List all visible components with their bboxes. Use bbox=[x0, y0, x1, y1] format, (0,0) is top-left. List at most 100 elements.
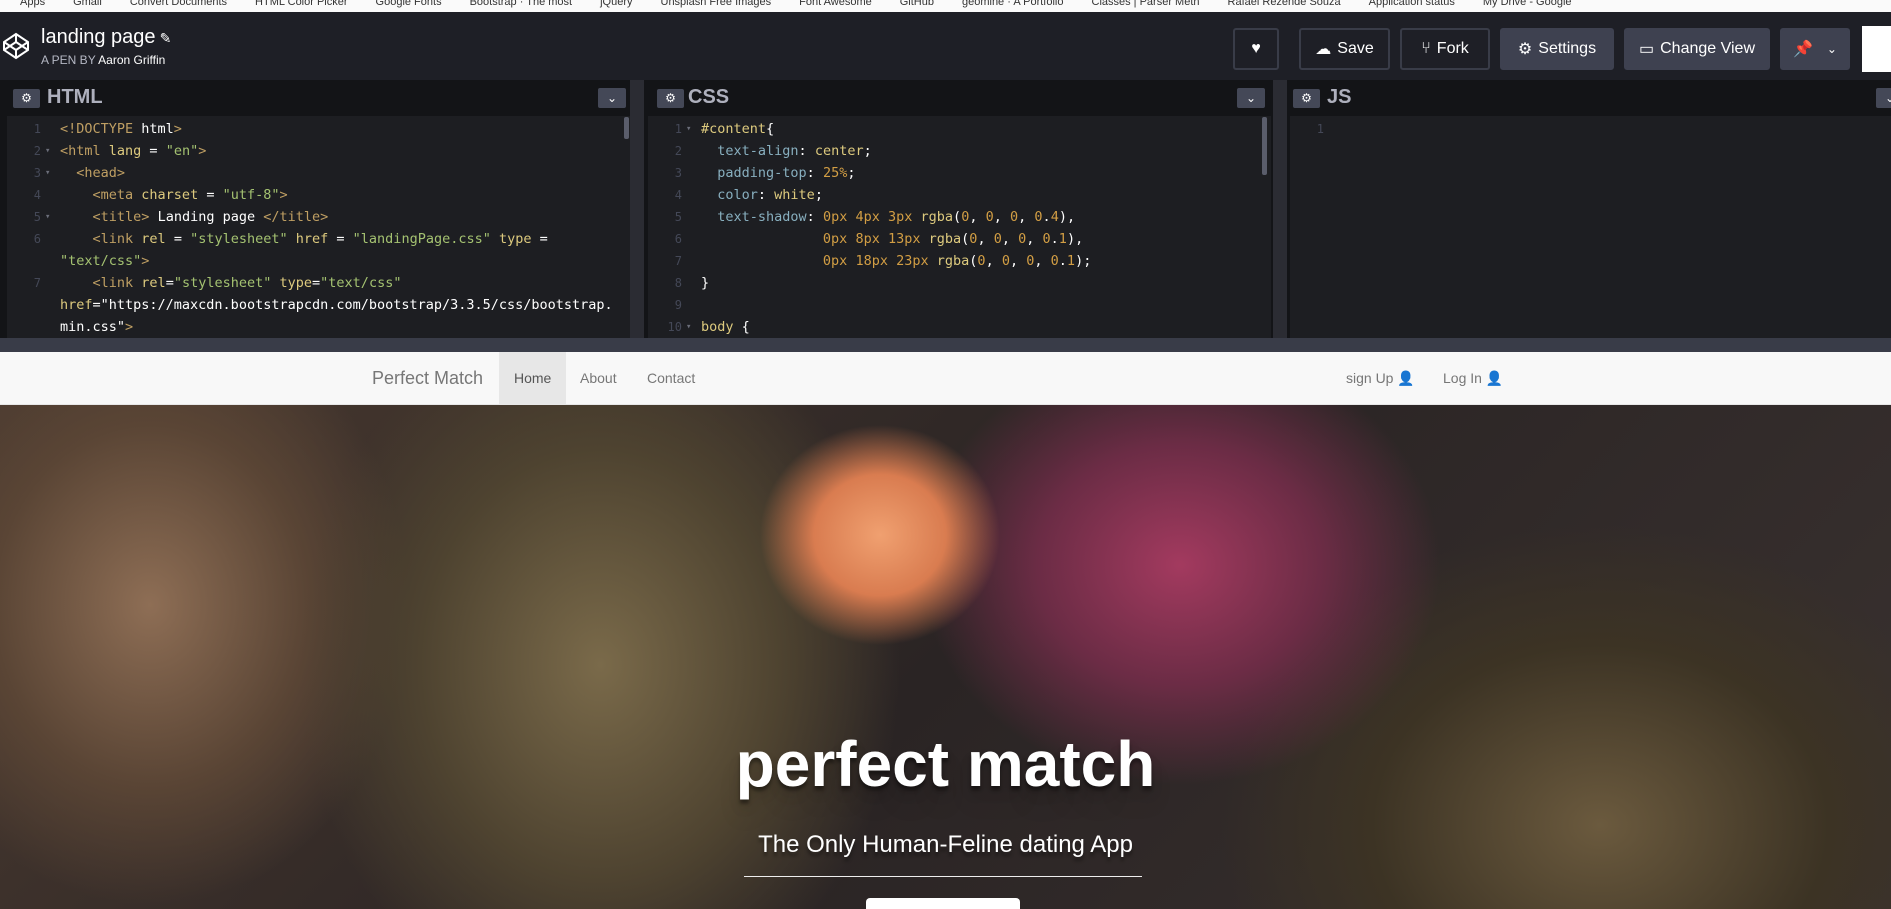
css-code-editor[interactable]: 1 ▾ #content{2 text-align: center; 3 paddin… bbox=[648, 116, 1271, 338]
view-icon: ▭ bbox=[1638, 41, 1655, 58]
code-line[interactable]: 4 color: white; bbox=[648, 184, 1271, 206]
fold-arrow-icon[interactable]: ▾ bbox=[45, 206, 50, 228]
bookmark-item[interactable]: Bootstrap · The most bbox=[470, 0, 573, 12]
bookmark-item[interactable]: My Drive - Google bbox=[1483, 0, 1572, 12]
js-code-editor[interactable]: 1 bbox=[1290, 116, 1891, 140]
code-text: <head> bbox=[76, 165, 126, 181]
bookmark-item[interactable]: GitHub bbox=[900, 0, 934, 12]
code-line[interactable]: 2 ▾ <html lang = "en"> bbox=[7, 140, 630, 162]
line-number: 4 bbox=[33, 188, 41, 202]
code-line[interactable]: 10 ▾ body { bbox=[648, 316, 1271, 338]
settings-button[interactable]: ⚙ Settings bbox=[1500, 28, 1614, 70]
avatar[interactable] bbox=[1862, 26, 1891, 72]
html-scrollbar[interactable] bbox=[624, 117, 629, 139]
code-line[interactable]: 2 text-align: center; bbox=[648, 140, 1271, 162]
site-brand[interactable]: Perfect Match bbox=[372, 368, 483, 389]
line-number: 9 bbox=[674, 298, 682, 312]
fold-arrow-icon[interactable]: ▾ bbox=[686, 316, 691, 338]
css-collapse-chevron-icon[interactable]: ⌄ bbox=[1237, 88, 1265, 108]
hero-button[interactable] bbox=[866, 898, 1020, 909]
code-line[interactable]: 3 ▾ <head> bbox=[7, 162, 630, 184]
love-button[interactable]: ♥ bbox=[1233, 28, 1279, 70]
code-line[interactable]: 7 <link rel="stylesheet" type="text/css" bbox=[7, 272, 630, 294]
user-plus-icon: 👤 bbox=[1397, 370, 1415, 386]
code-line[interactable]: href="https://maxcdn.bootstrapcdn.com/bo… bbox=[7, 294, 630, 316]
html-settings-gear-icon[interactable]: ⚙ bbox=[13, 89, 40, 108]
pin-button[interactable]: 📌 ⌄ bbox=[1780, 28, 1850, 70]
line-number: 3 bbox=[674, 166, 682, 180]
line-number: 2 bbox=[674, 144, 682, 158]
fold-arrow-icon[interactable]: ▾ bbox=[45, 162, 50, 184]
code-line[interactable]: min.css"> bbox=[7, 316, 630, 338]
code-line[interactable]: 5 ▾ <title> Landing page </title> bbox=[7, 206, 630, 228]
pane-divider[interactable] bbox=[1273, 80, 1287, 338]
nav-login[interactable]: Log In 👤 bbox=[1428, 352, 1518, 404]
js-settings-gear-icon[interactable]: ⚙ bbox=[1293, 89, 1320, 108]
css-settings-gear-icon[interactable]: ⚙ bbox=[657, 89, 684, 108]
bookmark-item[interactable]: HTML Color Picker bbox=[255, 0, 348, 12]
fork-button[interactable]: ⑂ Fork bbox=[1400, 28, 1490, 70]
code-line[interactable]: 4 <meta charset = "utf-8"> bbox=[7, 184, 630, 206]
bookmark-item[interactable]: Unsplash Free Images bbox=[661, 0, 772, 12]
html-collapse-chevron-icon[interactable]: ⌄ bbox=[598, 88, 626, 108]
hero-section: perfect match The Only Human-Feline dati… bbox=[0, 405, 1891, 909]
bookmark-item[interactable]: Gmail bbox=[73, 0, 102, 12]
js-pane-header: ⚙ JS ⌄ bbox=[1290, 80, 1891, 116]
bookmark-item[interactable]: Application status bbox=[1369, 0, 1455, 12]
result-preview: Perfect Match Home About Contact sign Up… bbox=[0, 352, 1891, 909]
code-text: text-shadow: 0px 4px 3px rgba(0, 0, 0, 0… bbox=[717, 209, 1076, 225]
heart-icon: ♥ bbox=[1251, 40, 1261, 57]
code-text: color: white; bbox=[717, 187, 823, 203]
code-text: <!DOCTYPE html> bbox=[60, 121, 182, 137]
nav-about[interactable]: About bbox=[565, 352, 632, 404]
bookmark-item[interactable]: Font Awesome bbox=[799, 0, 872, 12]
code-line[interactable]: 6 <link rel = "stylesheet" href = "landi… bbox=[7, 228, 630, 250]
code-text: text-align: center; bbox=[717, 143, 872, 159]
line-number: 10 bbox=[667, 320, 682, 334]
js-collapse-chevron-icon[interactable]: ⌄ bbox=[1876, 88, 1891, 108]
bookmark-item[interactable]: Apps bbox=[20, 0, 45, 12]
code-line[interactable]: "text/css"> bbox=[7, 250, 630, 272]
code-line[interactable]: 7 0px 18px 23px rgba(0, 0, 0, 0.1); bbox=[648, 250, 1271, 272]
code-text: 0px 18px 23px rgba(0, 0, 0, 0.1); bbox=[822, 253, 1092, 269]
line-number: 1 bbox=[33, 122, 41, 136]
bookmark-item[interactable]: Rafael Rezende Souza bbox=[1228, 0, 1341, 12]
nav-home[interactable]: Home bbox=[499, 352, 567, 404]
line-number: 7 bbox=[33, 276, 41, 290]
fold-arrow-icon[interactable]: ▾ bbox=[45, 140, 50, 162]
nav-signup[interactable]: sign Up 👤 bbox=[1331, 352, 1430, 404]
bookmark-item[interactable]: Classes | Parser Meth bbox=[1092, 0, 1200, 12]
hero-subtitle: The Only Human-Feline dating App bbox=[758, 831, 1133, 858]
nav-contact[interactable]: Contact bbox=[632, 352, 710, 404]
preview-resizer[interactable] bbox=[0, 338, 1891, 352]
html-pane-header: ⚙ HTML ⌄ bbox=[7, 80, 630, 116]
bookmark-item[interactable]: jQuery bbox=[600, 0, 632, 12]
change-view-button[interactable]: ▭ Change View bbox=[1624, 28, 1770, 70]
html-pane: ⚙ HTML ⌄ 1 <!DOCTYPE html> 2 ▾ <html lang = … bbox=[7, 80, 630, 338]
codepen-header: landing page ✎ A PEN BY Aaron Griffin ♥ ☁… bbox=[0, 12, 1891, 80]
code-line[interactable]: 1 ▾ #content{ bbox=[648, 118, 1271, 140]
code-line[interactable]: 5 text-shadow: 0px 4px 3px rgba(0, 0, 0,… bbox=[648, 206, 1271, 228]
pane-divider[interactable] bbox=[630, 80, 644, 338]
pen-title[interactable]: landing page ✎ bbox=[41, 26, 171, 49]
code-line[interactable]: 1 bbox=[1290, 118, 1891, 140]
save-button[interactable]: ☁ Save bbox=[1299, 28, 1390, 70]
bookmark-item[interactable]: geomine · A Portfolio bbox=[962, 0, 1064, 12]
cloud-icon: ☁ bbox=[1315, 41, 1332, 58]
code-line[interactable]: 8} bbox=[648, 272, 1271, 294]
author-link[interactable]: Aaron Griffin bbox=[98, 53, 165, 67]
code-line[interactable]: 1 <!DOCTYPE html> bbox=[7, 118, 630, 140]
code-line[interactable]: 6 0px 8px 13px rgba(0, 0, 0, 0.1), bbox=[648, 228, 1271, 250]
codepen-logo-icon[interactable] bbox=[2, 32, 30, 60]
line-number: 5 bbox=[674, 210, 682, 224]
bookmark-item[interactable]: Google Fonts bbox=[376, 0, 442, 12]
code-line[interactable]: 3 padding-top: 25%; bbox=[648, 162, 1271, 184]
css-scrollbar[interactable] bbox=[1262, 117, 1267, 175]
fold-arrow-icon[interactable]: ▾ bbox=[686, 118, 691, 140]
code-line[interactable]: 9 bbox=[648, 294, 1271, 316]
edit-pencil-icon[interactable]: ✎ bbox=[160, 30, 172, 46]
bookmarks-bar: Apps Gmail Convert Documents HTML Color Pic… bbox=[0, 0, 1891, 12]
bookmark-item[interactable]: Convert Documents bbox=[130, 0, 227, 12]
chevron-down-icon[interactable]: ⌄ bbox=[1827, 42, 1837, 56]
html-code-editor[interactable]: 1 <!DOCTYPE html> 2 ▾ <html lang = "en"> 3 ▾ <… bbox=[7, 116, 630, 338]
